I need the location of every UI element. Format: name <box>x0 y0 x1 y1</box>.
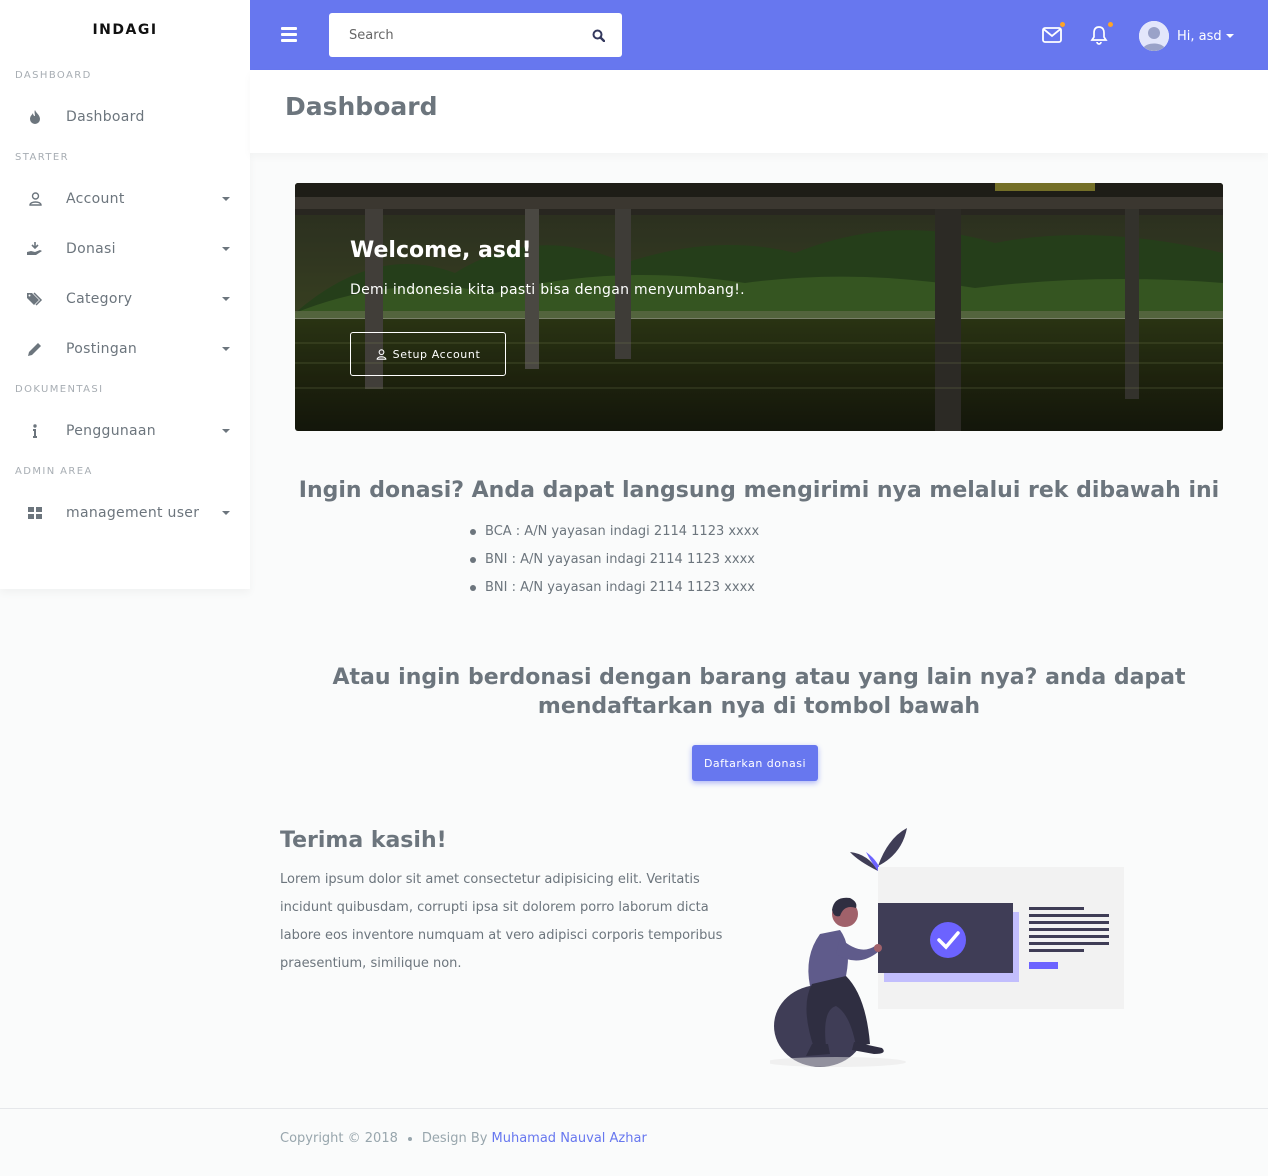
thanks-title: Terima kasih! <box>280 828 447 853</box>
menu-header-admin-area: ADMIN AREA <box>15 466 93 477</box>
footer: Copyright © 2018 Design By Muhamad Nauva… <box>0 1108 1268 1176</box>
list-item: BNI : A/N yayasan indagi 2114 1123 xxxx <box>470 546 759 574</box>
sidebar-item-donasi[interactable]: Donasi <box>0 224 250 274</box>
user-icon <box>376 348 386 360</box>
sidebar-item-label: Category <box>66 291 133 307</box>
chevron-down-icon <box>222 511 230 515</box>
sidebar-item-account[interactable]: Account <box>0 174 250 224</box>
design-by-text: Design By <box>421 1131 488 1146</box>
page-title: Dashboard <box>285 92 438 121</box>
sidebar-item-label: Donasi <box>66 241 116 257</box>
menu-header-starter: STARTER <box>15 152 69 163</box>
sidebar-item-label: Postingan <box>66 341 138 357</box>
bullet-divider <box>407 1136 412 1141</box>
daftarkan-donasi-button[interactable]: Daftarkan donasi <box>692 745 818 781</box>
search-icon[interactable] <box>574 13 622 57</box>
info-icon <box>24 420 46 442</box>
sidebar-item-category[interactable]: Category <box>0 274 250 324</box>
sidebar-item-label: Penggunaan <box>66 423 156 439</box>
notification-dot <box>1060 22 1065 27</box>
avatar <box>1139 21 1169 51</box>
author-link[interactable]: Muhamad Nauval Azhar <box>492 1131 647 1146</box>
sidebar-item-label: Account <box>66 191 125 207</box>
setup-account-button[interactable]: Setup Account <box>350 332 506 376</box>
user-greeting: Hi, asd <box>1177 28 1222 44</box>
illustration-image <box>770 828 1124 1067</box>
sidebar-item-label: Dashboard <box>66 109 145 125</box>
donasi-title: Ingin donasi? Anda dapat langsung mengir… <box>298 478 1220 503</box>
sidebar-item-dashboard[interactable]: Dashboard <box>0 92 250 142</box>
section-header: Dashboard <box>250 70 1268 153</box>
topbar: Hi, asd <box>250 0 1268 70</box>
chevron-down-icon <box>222 247 230 251</box>
user-dropdown[interactable]: Hi, asd <box>1139 21 1234 51</box>
tags-icon <box>24 288 46 310</box>
menu-header-dashboard: DASHBOARD <box>15 70 92 81</box>
envelope-icon[interactable] <box>1042 22 1066 48</box>
copyright-text: Copyright © 2018 <box>280 1131 398 1146</box>
setup-account-label: Setup Account <box>392 347 481 361</box>
search-box <box>329 13 622 57</box>
chevron-down-icon <box>222 347 230 351</box>
menu-toggle-icon[interactable] <box>281 27 297 42</box>
grid-icon <box>24 502 46 524</box>
brand-logo[interactable]: INDAGI <box>0 0 250 60</box>
list-item: BNI : A/N yayasan indagi 2114 1123 xxxx <box>470 574 759 602</box>
chevron-down-icon <box>1225 34 1234 38</box>
search-input[interactable] <box>329 27 574 43</box>
chevron-down-icon <box>222 429 230 433</box>
chevron-down-icon <box>222 297 230 301</box>
hero-subtitle: Demi indonesia kita pasti bisa dengan me… <box>350 282 745 298</box>
sidebar-item-label: management user <box>66 505 200 521</box>
hero-title: Welcome, asd! <box>350 238 532 263</box>
sidebar: INDAGI DASHBOARD Dashboard STARTER Accou… <box>0 0 250 589</box>
sidebar-item-postingan[interactable]: Postingan <box>0 324 250 374</box>
pencil-icon <box>24 338 46 360</box>
thanks-text: Lorem ipsum dolor sit amet consectetur a… <box>280 872 723 971</box>
barang-title: Atau ingin berdonasi dengan barang atau … <box>332 665 1186 719</box>
notification-dot <box>1108 22 1113 27</box>
list-item: BCA : A/N yayasan indagi 2114 1123 xxxx <box>470 518 759 546</box>
fire-icon <box>24 106 46 128</box>
sidebar-item-management-user[interactable]: management user <box>0 488 250 538</box>
account-list: BCA : A/N yayasan indagi 2114 1123 xxxx … <box>470 518 759 602</box>
chevron-down-icon <box>222 197 230 201</box>
user-icon <box>24 188 46 210</box>
hero-background-image <box>295 183 1223 431</box>
sidebar-item-penggunaan[interactable]: Penggunaan <box>0 406 250 456</box>
footer-text: Copyright © 2018 Design By Muhamad Nauva… <box>280 1131 647 1146</box>
menu-header-dokumentasi: DOKUMENTASI <box>15 384 104 395</box>
hero-banner: Welcome, asd! Demi indonesia kita pasti … <box>295 183 1223 431</box>
hand-holding-icon <box>24 238 46 260</box>
bell-icon[interactable] <box>1090 22 1114 48</box>
